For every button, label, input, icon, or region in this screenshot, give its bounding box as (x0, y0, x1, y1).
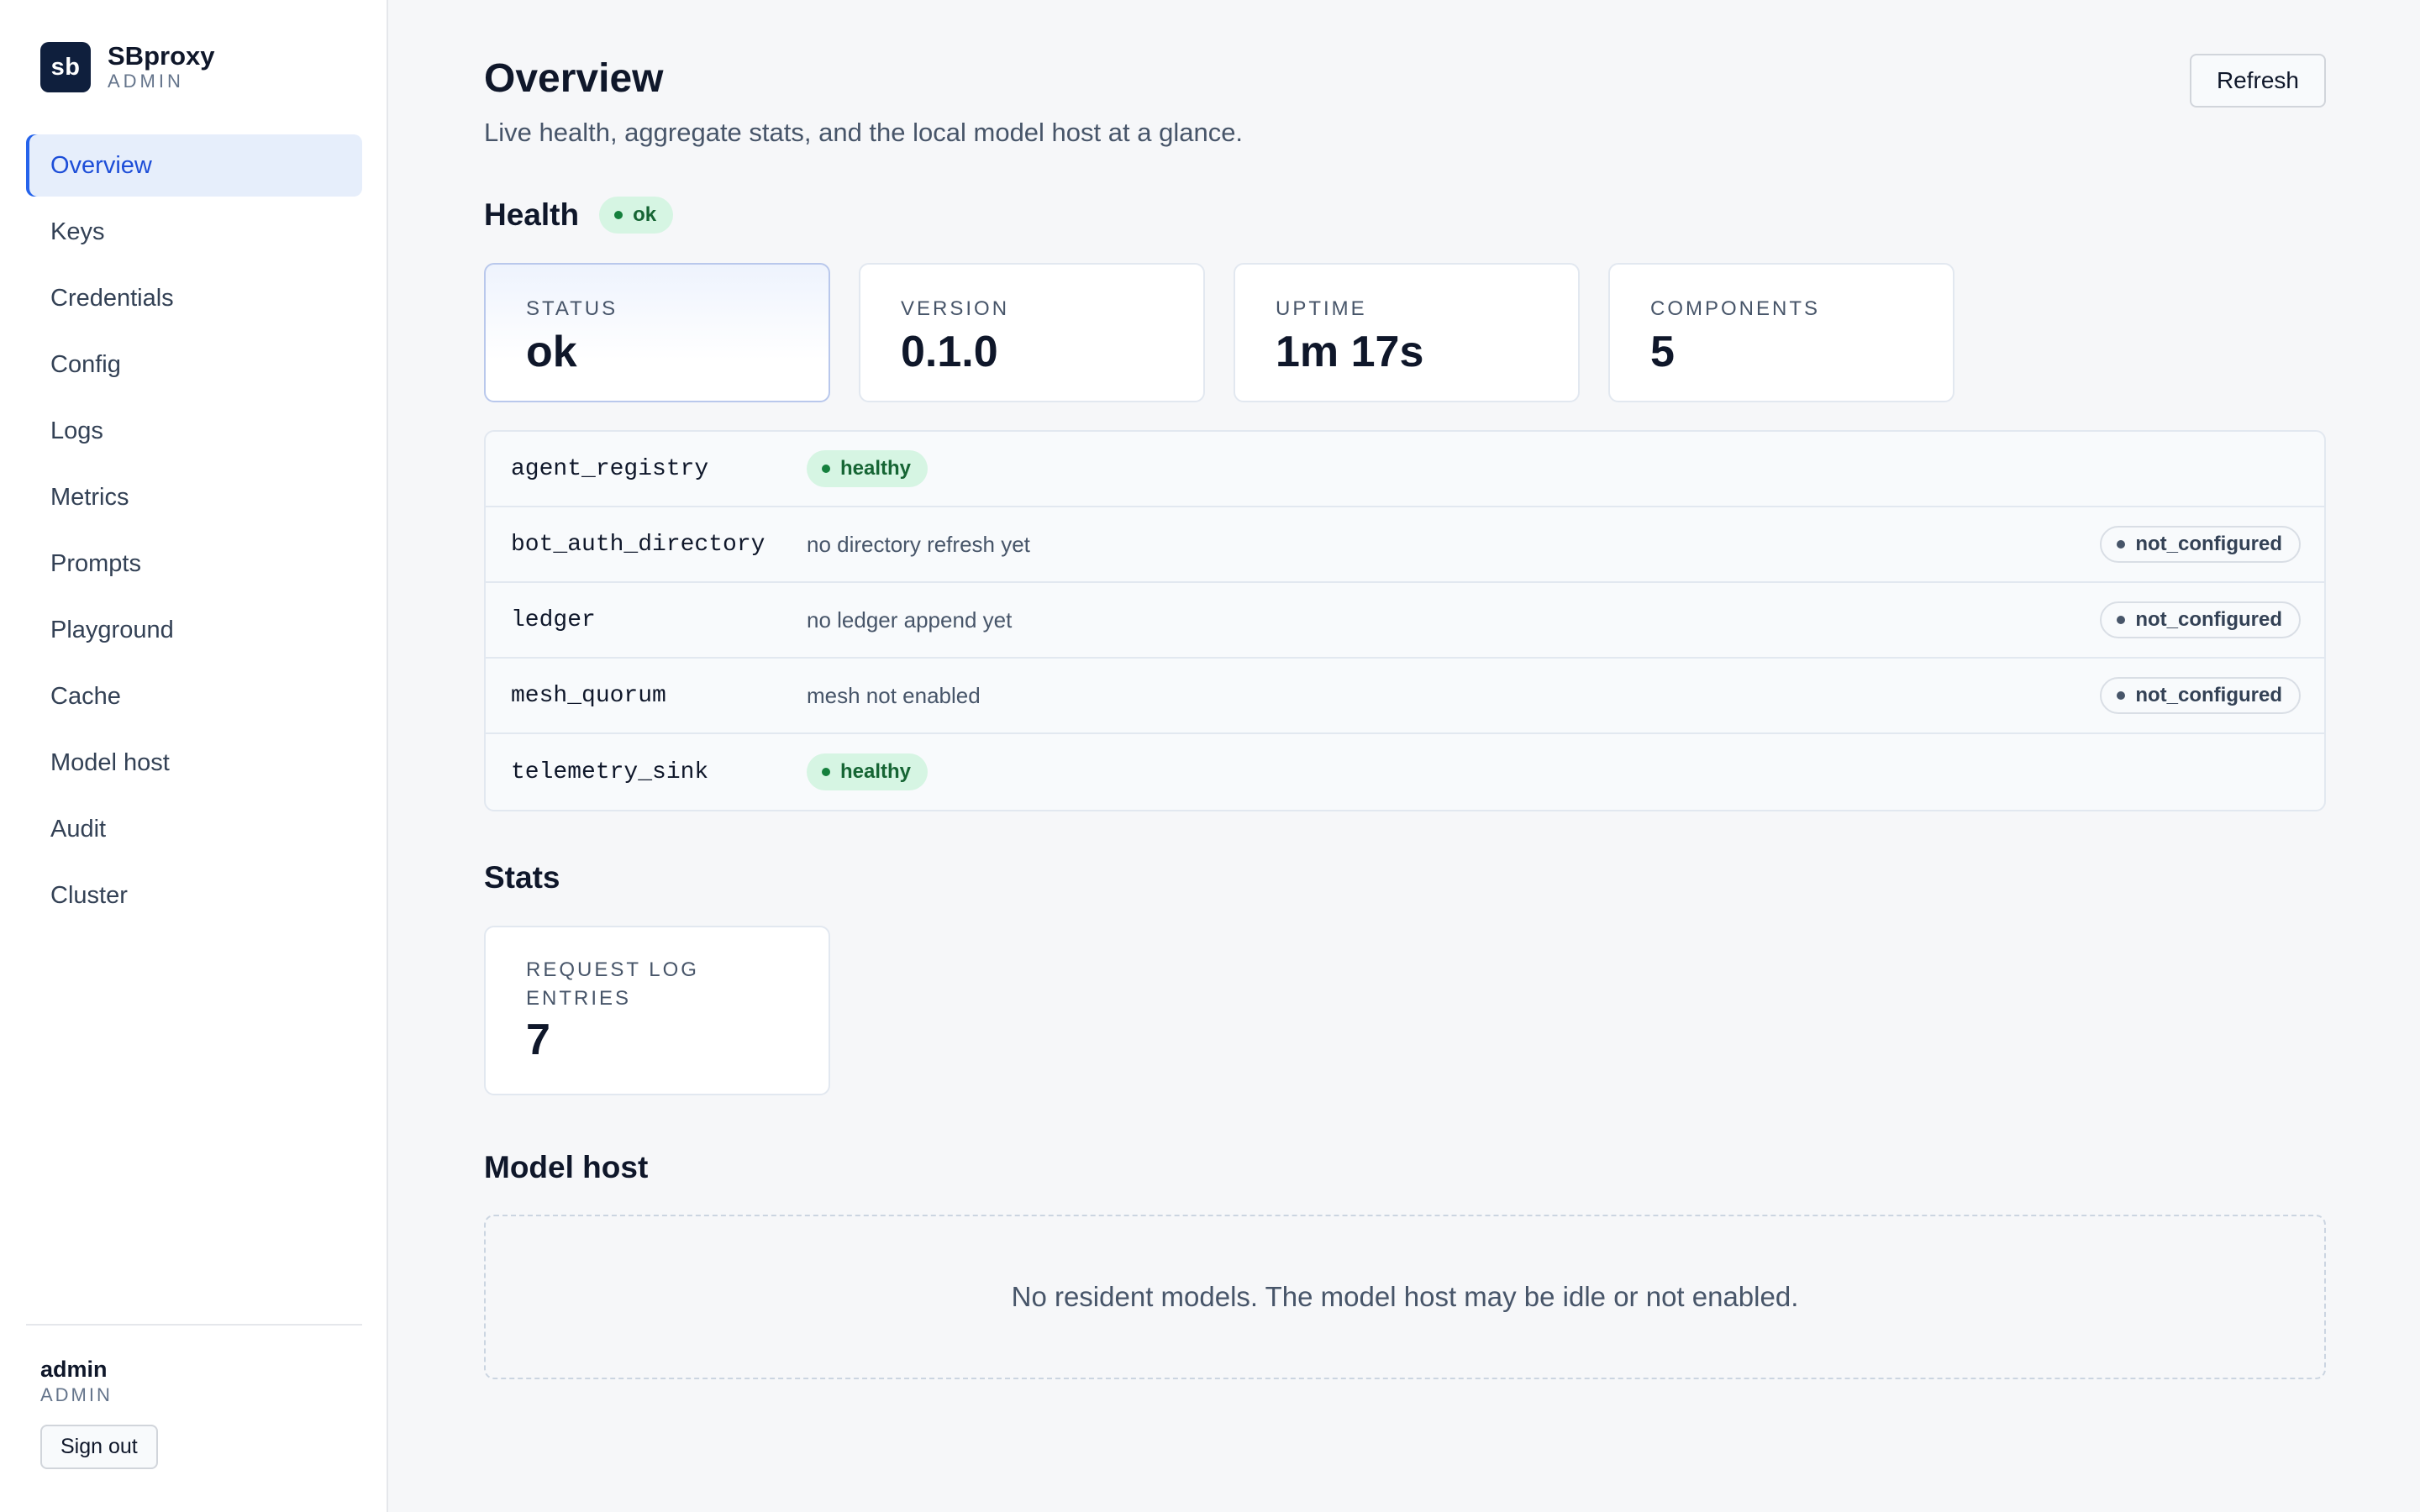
component-status-badge: not_configured (2100, 677, 2301, 714)
status-dot-icon (822, 768, 830, 776)
status-dot-icon (2117, 540, 2126, 549)
sign-out-button[interactable]: Sign out (40, 1425, 158, 1469)
card-label: STATUS (526, 297, 618, 320)
request-log-card: REQUEST LOG ENTRIES 7 (484, 926, 830, 1095)
sidebar: sb SBproxy ADMIN Overview Keys Credentia… (0, 0, 388, 1512)
sidebar-item-credentials[interactable]: Credentials (26, 267, 362, 329)
component-note: mesh not enabled (807, 682, 981, 708)
model-host-empty-state: No resident models. The model host may b… (484, 1215, 2326, 1379)
card-value: 1m 17s (1276, 328, 1424, 376)
uptime-card: UPTIME 1m 17s (1234, 263, 1580, 402)
sidebar-item-metrics[interactable]: Metrics (26, 466, 362, 528)
user-role: ADMIN (40, 1384, 113, 1405)
card-label: VERSION (901, 297, 1010, 320)
component-status-text: not_configured (2135, 608, 2282, 631)
health-cards: STATUS ok VERSION 0.1.0 UPTIME 1m 17s CO… (484, 263, 1954, 402)
user-name: admin (40, 1357, 108, 1382)
component-note: no ledger append yet (807, 606, 1013, 633)
version-card: VERSION 0.1.0 (859, 263, 1205, 402)
component-name: mesh_quorum (511, 682, 666, 709)
model-host-title: Model host (484, 1150, 649, 1184)
page-subtitle: Live health, aggregate stats, and the lo… (484, 118, 1244, 147)
component-name: telemetry_sink (511, 759, 709, 785)
component-status-badge: not_configured (2100, 526, 2301, 563)
stats-title: Stats (484, 860, 560, 895)
sidebar-nav: Overview Keys Credentials Config Logs Me… (26, 134, 362, 931)
health-title: Health (484, 197, 580, 232)
page-title: Overview (484, 56, 664, 101)
health-status-badge: ok (599, 197, 674, 234)
table-row: ledger no ledger append yet not_configur… (486, 583, 2324, 659)
component-status-text: healthy (840, 760, 912, 783)
card-label: COMPONENTS (1650, 297, 1821, 320)
component-name: agent_registry (511, 455, 709, 482)
table-row: mesh_quorum mesh not enabled not_configu… (486, 659, 2324, 734)
refresh-button[interactable]: Refresh (2189, 54, 2326, 108)
sidebar-item-overview[interactable]: Overview (26, 134, 362, 197)
card-label: REQUEST LOG ENTRIES (526, 958, 699, 1010)
card-value: 7 (526, 1016, 550, 1064)
component-note: no directory refresh yet (807, 531, 1030, 557)
status-dot-icon (614, 211, 623, 219)
status-dot-icon (2117, 616, 2126, 624)
component-status-text: healthy (840, 457, 912, 480)
sidebar-item-cache[interactable]: Cache (26, 665, 362, 727)
table-row: telemetry_sink healthy (486, 734, 2324, 810)
health-header: Health ok (484, 197, 674, 234)
sidebar-item-prompts[interactable]: Prompts (26, 533, 362, 595)
status-dot-icon (822, 465, 830, 473)
status-dot-icon (2117, 691, 2126, 700)
card-value: ok (526, 328, 577, 376)
sidebar-item-audit[interactable]: Audit (26, 798, 362, 860)
components-table: agent_registry healthy bot_auth_director… (484, 430, 2326, 811)
component-name: ledger (511, 606, 596, 633)
card-value: 5 (1650, 328, 1675, 376)
status-card: STATUS ok (484, 263, 830, 402)
component-status-text: not_configured (2135, 533, 2282, 555)
sidebar-footer: admin ADMIN Sign out (26, 1324, 362, 1469)
component-status-text: not_configured (2135, 684, 2282, 706)
card-label: UPTIME (1276, 297, 1367, 320)
component-status-badge: healthy (807, 450, 929, 487)
brand: sb SBproxy ADMIN (40, 42, 214, 92)
health-status-text: ok (633, 203, 657, 226)
table-row: agent_registry healthy (486, 432, 2324, 507)
sidebar-item-cluster[interactable]: Cluster (26, 864, 362, 927)
card-value: 0.1.0 (901, 328, 998, 376)
brand-role: ADMIN (108, 71, 184, 92)
brand-name: SBproxy (108, 41, 215, 71)
sidebar-item-config[interactable]: Config (26, 333, 362, 396)
components-card: COMPONENTS 5 (1608, 263, 1954, 402)
main-content: Overview Live health, aggregate stats, a… (388, 0, 2420, 1512)
sidebar-item-model-host[interactable]: Model host (26, 732, 362, 794)
sidebar-item-keys[interactable]: Keys (26, 201, 362, 263)
component-status-badge: healthy (807, 753, 929, 790)
component-name: bot_auth_directory (511, 531, 765, 558)
component-status-badge: not_configured (2100, 601, 2301, 638)
sidebar-item-logs[interactable]: Logs (26, 400, 362, 462)
table-row: bot_auth_directory no directory refresh … (486, 507, 2324, 583)
brand-logo: sb (40, 42, 91, 92)
sidebar-item-playground[interactable]: Playground (26, 599, 362, 661)
